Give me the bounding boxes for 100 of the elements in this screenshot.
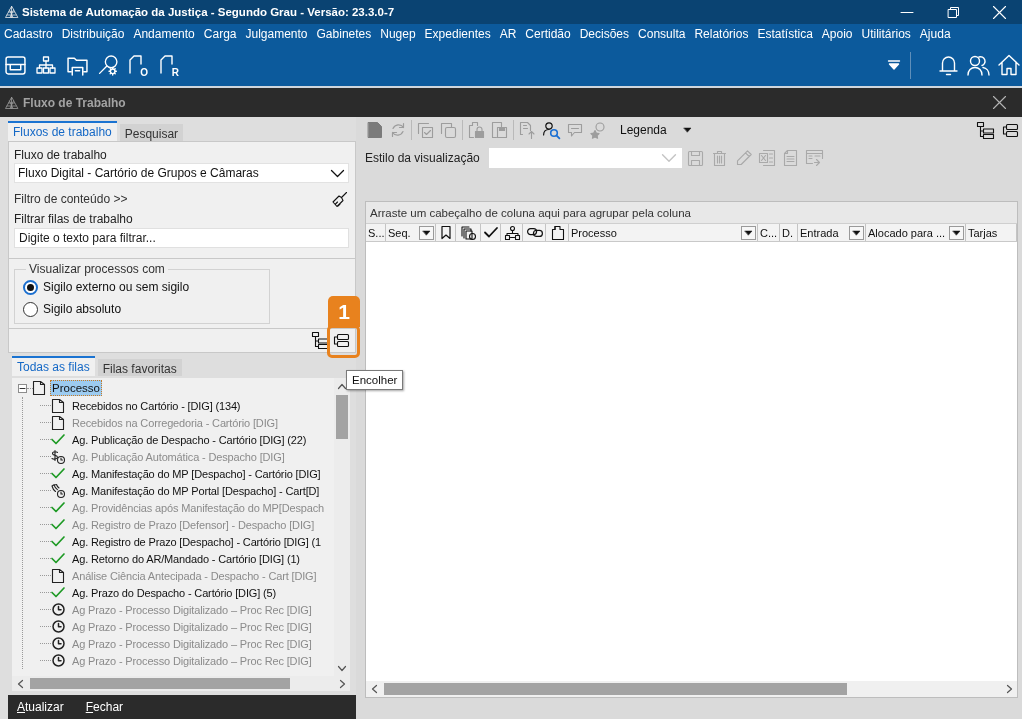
column-header[interactable]: Alocado para ... [866, 224, 966, 241]
menu-item[interactable]: Decisões [579, 25, 630, 43]
tab[interactable]: Fluxos de trabalho [8, 121, 117, 141]
check-icon [51, 434, 65, 445]
page-icon [33, 381, 45, 395]
menu-item[interactable]: Nugep [380, 25, 416, 43]
filter-input[interactable]: Digite o texto para filtrar... [14, 228, 349, 248]
horizontal-scrollbar[interactable] [12, 676, 350, 691]
workflow-select[interactable]: Fluxo Digital - Cartório de Grupos e Câmaras [14, 163, 349, 183]
tree-item[interactable]: Ag. Prazo do Despacho - Cartório [DIG] (5) [70, 584, 278, 601]
menu-item[interactable]: Estatística [757, 25, 813, 43]
menu-item[interactable]: Apoio [821, 25, 853, 43]
column-header[interactable]: D. [780, 224, 798, 241]
chevron-left-icon [17, 679, 23, 688]
tab[interactable]: Todas as filas [12, 356, 95, 376]
tree-structure-icon[interactable] [977, 121, 994, 139]
menu-item[interactable]: Distribuição [61, 25, 125, 43]
bell-icon[interactable] [939, 54, 958, 76]
menu-item[interactable]: Carga [203, 25, 237, 43]
highlight-frame [327, 325, 360, 358]
hand-clock-icon [51, 483, 65, 498]
field-label: Filtrar filas de trabalho [14, 212, 134, 226]
home-icon[interactable] [998, 54, 1020, 76]
tree-item[interactable]: Ag. Manifestação do MP Portal [Despacho] - Cart[D] [70, 482, 322, 499]
tree-item[interactable]: Recebidos no Cartório - [DIG] (134) [70, 397, 243, 414]
bookmark-icon [441, 226, 451, 239]
scroll-thumb[interactable] [384, 683, 847, 695]
horizontal-scrollbar[interactable] [366, 681, 1017, 697]
menu-item[interactable]: Andamento [133, 25, 195, 43]
menu-item[interactable]: Certidão [525, 25, 571, 43]
menu-item[interactable]: Gabinetes [316, 25, 372, 43]
person-search-icon[interactable] [543, 121, 560, 139]
column-header[interactable]: Entrada [798, 224, 866, 241]
star-person-icon[interactable] [590, 122, 606, 138]
scroll-thumb[interactable] [30, 678, 290, 689]
clock-icon [51, 603, 65, 616]
minimize-icon[interactable] [901, 11, 913, 13]
column-header[interactable]: Tarjas [966, 224, 1017, 241]
menu-item[interactable]: Consulta [638, 25, 686, 43]
page-icon[interactable] [368, 122, 382, 138]
caret-down-icon [953, 230, 960, 235]
folder-icon[interactable] [67, 54, 88, 76]
vertical-scrollbar[interactable] [334, 378, 350, 676]
filter-dropdown[interactable] [419, 225, 434, 240]
column-header[interactable]: S... [366, 224, 386, 241]
panel-title: Fluxo de Trabalho [23, 95, 126, 110]
filter-dropdown[interactable] [849, 225, 864, 240]
tray-icon[interactable] [5, 54, 26, 76]
check-icon [51, 502, 65, 513]
chevron-down-icon [331, 169, 344, 177]
flow-tree-icon [504, 225, 520, 240]
menu-item[interactable]: Cadastro [4, 25, 53, 43]
tree-item[interactable]: Processo [50, 380, 102, 396]
menu-item[interactable]: Julgamento [245, 25, 308, 43]
users-icon[interactable] [967, 54, 990, 76]
collapse-icon[interactable] [1003, 123, 1018, 137]
close-icon[interactable] [992, 96, 1006, 109]
page-icon [52, 398, 64, 413]
document-letter-button[interactable]: R [160, 54, 178, 76]
minus-icon [20, 385, 25, 391]
tree-item[interactable]: Ag. Retorno do AR/Mandado - Cartório [DIG] (1) [70, 550, 302, 567]
menu-item[interactable]: Relatórios [694, 25, 749, 43]
broom-icon[interactable] [332, 191, 347, 207]
dropdown-icon[interactable] [888, 60, 900, 70]
tree-toggle[interactable] [18, 383, 27, 393]
hierarchy-icon[interactable] [36, 56, 56, 74]
field-label: Estilo da visualização [365, 151, 480, 165]
caret-down-icon[interactable] [683, 128, 691, 132]
menu-item[interactable]: AR [499, 25, 517, 43]
field-label: Fluxo de trabalho [14, 148, 108, 162]
tab[interactable]: Filas favoritas [97, 359, 182, 376]
tree-item[interactable]: Ag. Registro de Prazo [Despacho] - Cartório [DIG] (1 [70, 533, 323, 550]
restore-icon[interactable] [947, 6, 959, 18]
callout-badge: 1 [328, 296, 360, 327]
radio-button[interactable] [23, 301, 38, 317]
check-copy-icon[interactable] [418, 122, 433, 138]
legend-button[interactable]: Legenda [620, 123, 667, 137]
collapse-icon[interactable] [334, 334, 349, 347]
chevron-right-icon [1006, 685, 1012, 693]
menu-item[interactable]: Expedientes [424, 25, 491, 43]
filter-dropdown[interactable] [949, 225, 964, 240]
menu-item[interactable]: Utilitários [861, 25, 911, 43]
document-letter-button[interactable]: O [129, 54, 147, 76]
column-header[interactable]: C... [758, 224, 780, 241]
column-header[interactable]: Processo [569, 224, 758, 241]
action-button[interactable]: Fechar [85, 700, 124, 714]
scroll-thumb[interactable] [336, 395, 348, 439]
tab[interactable]: Pesquisar [119, 124, 184, 141]
column-header[interactable] [481, 224, 501, 241]
radio-button[interactable] [23, 279, 38, 295]
filter-dropdown[interactable] [741, 225, 756, 240]
action-button[interactable]: Atualizar [17, 700, 64, 714]
tree-structure-icon[interactable] [312, 332, 329, 349]
tree-item[interactable]: Ag. Publicação de Despacho - Cartório [DIG] (22) [70, 431, 309, 448]
tree-item[interactable]: Ag. Manifestação do MP [Despacho] - Cartório [DIG] [70, 465, 323, 482]
search-gear-icon[interactable] [98, 54, 119, 76]
chevron-up-icon [338, 383, 346, 389]
menu-item[interactable]: Ajuda [919, 25, 951, 43]
content-filter-link[interactable]: Filtro de conteúdo >> [14, 192, 128, 206]
column-header[interactable]: Seq. [386, 224, 436, 241]
